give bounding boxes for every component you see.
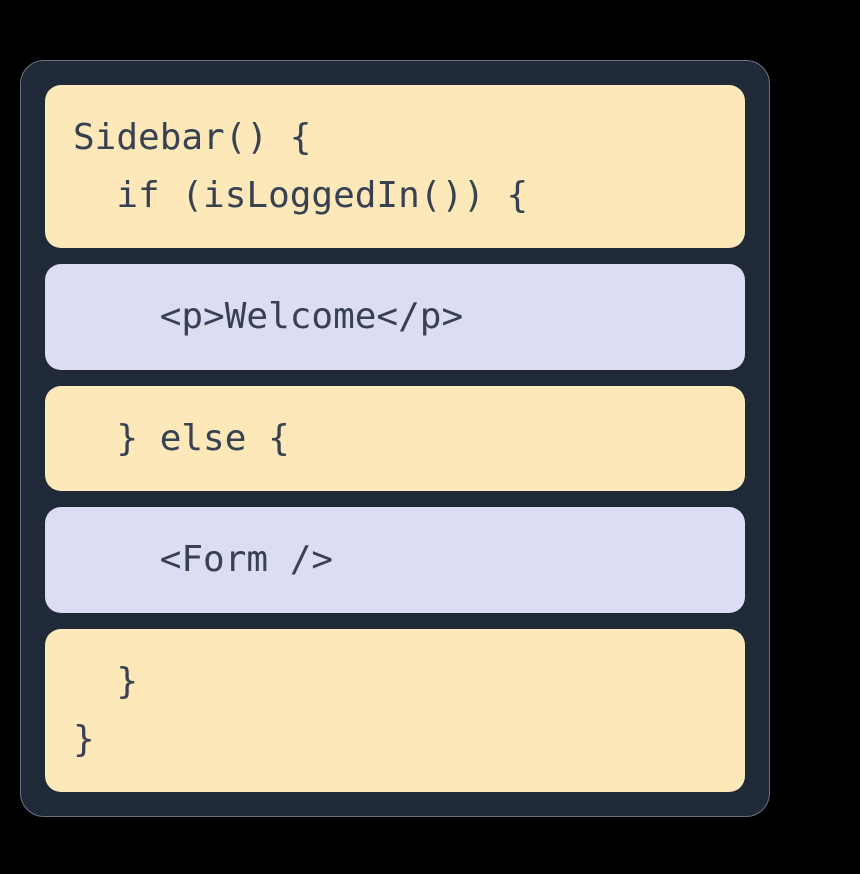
code-block-1: Sidebar() { if (isLoggedIn()) {	[45, 85, 745, 248]
code-block-4: <Form />	[45, 507, 745, 613]
code-diagram-container: Sidebar() { if (isLoggedIn()) { <p>Welco…	[20, 60, 770, 817]
code-block-3: } else {	[45, 386, 745, 492]
code-block-5: } }	[45, 629, 745, 792]
code-block-2: <p>Welcome</p>	[45, 264, 745, 370]
